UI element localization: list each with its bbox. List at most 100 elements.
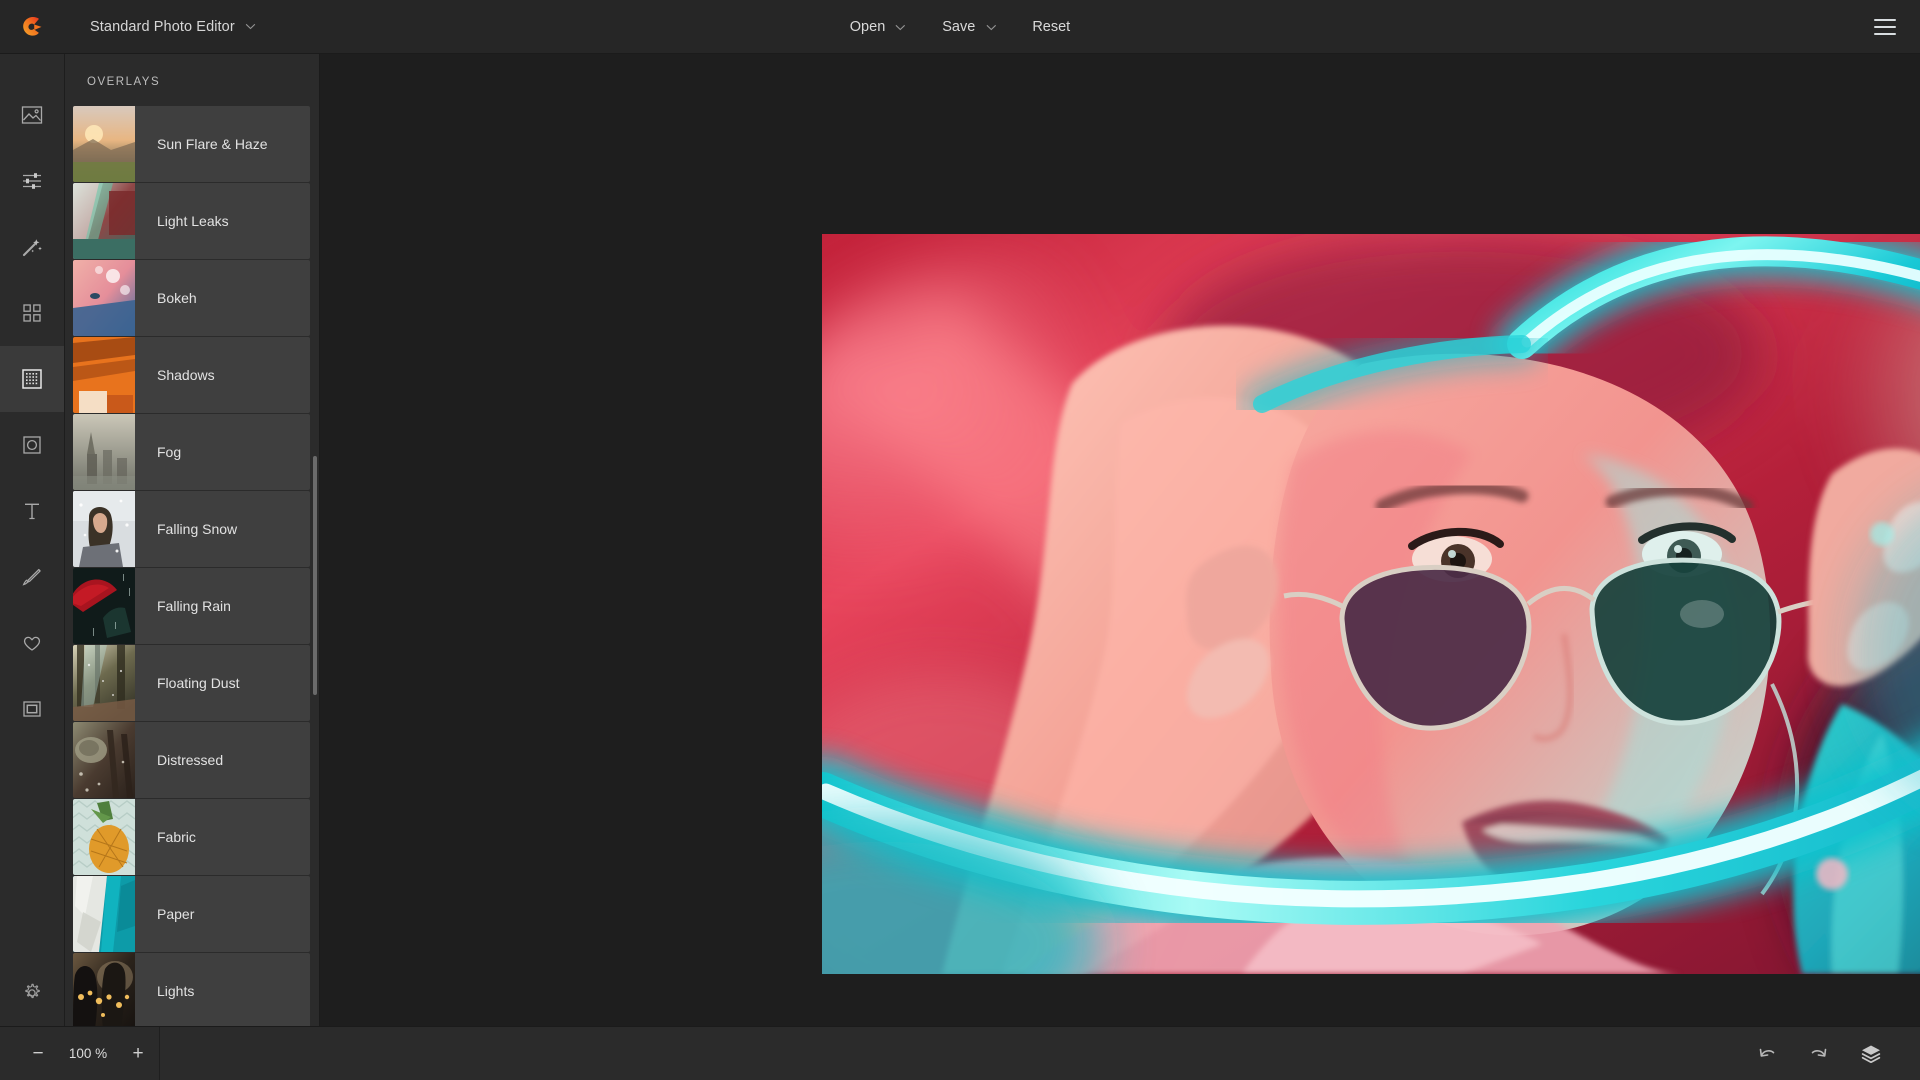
overlay-list-item[interactable]: Distressed — [73, 722, 310, 798]
top-nav-group: Open Save Reset — [832, 0, 1088, 54]
open-label: Open — [850, 19, 885, 35]
panel-title: OVERLAYS — [65, 54, 319, 106]
chevron-down-icon — [985, 24, 996, 31]
app-logo[interactable] — [0, 0, 64, 54]
tool-sidebar-items — [0, 54, 64, 742]
overlays-panel: OVERLAYS Sun Flare & HazeLight LeaksBoke… — [65, 54, 320, 1026]
layers-button[interactable] — [1848, 1031, 1894, 1077]
undo-icon — [1756, 1043, 1778, 1065]
layers-icon — [1859, 1042, 1883, 1066]
overlay-item-label: Shadows — [135, 337, 215, 413]
bottom-toolbar: − 100 % + — [0, 1026, 1920, 1080]
overlay-list-item[interactable]: Shadows — [73, 337, 310, 413]
chevron-down-icon — [245, 23, 256, 30]
top-toolbar: Standard Photo Editor Open Save Reset — [0, 0, 1920, 54]
zoom-level-value[interactable]: 100 % — [60, 1046, 116, 1061]
overlay-list-item[interactable]: Light Leaks — [73, 183, 310, 259]
sidebar-item-effects[interactable] — [0, 214, 64, 280]
overlay-list-item[interactable]: Falling Snow — [73, 491, 310, 567]
grid-icon — [21, 302, 43, 324]
settings-button[interactable] — [0, 982, 64, 1026]
sidebar-item-filters[interactable] — [0, 280, 64, 346]
hamburger-menu-icon[interactable] — [1868, 12, 1902, 42]
photo-canvas[interactable] — [822, 234, 1920, 974]
overlay-thumbnail — [73, 722, 135, 798]
zoom-in-button[interactable]: + — [116, 1027, 160, 1080]
photo-editor-logo-icon — [19, 14, 45, 40]
open-menu-button[interactable]: Open — [832, 11, 924, 43]
sidebar-item-vignette[interactable] — [0, 412, 64, 478]
sidebar-item-brush[interactable] — [0, 544, 64, 610]
sidebar-item-frames[interactable] — [0, 676, 64, 742]
overlay-item-label: Lights — [135, 953, 194, 1026]
overlay-list-item[interactable]: Fog — [73, 414, 310, 490]
pen-brush-icon — [21, 566, 43, 588]
overlay-thumbnail — [73, 799, 135, 875]
reset-label: Reset — [1032, 19, 1070, 35]
sidebar-item-favorites[interactable] — [0, 610, 64, 676]
overlay-item-label: Sun Flare & Haze — [135, 106, 268, 182]
overlay-item-label: Falling Snow — [135, 491, 237, 567]
edited-photo — [822, 234, 1920, 974]
overlay-item-label: Floating Dust — [135, 645, 239, 721]
overlay-list[interactable]: Sun Flare & HazeLight LeaksBokehShadowsF… — [65, 106, 319, 1026]
heart-icon — [21, 632, 43, 654]
photo-editor-app: Standard Photo Editor Open Save Reset — [0, 0, 1920, 1080]
overlay-list-item[interactable]: Lights — [73, 953, 310, 1026]
sliders-icon — [21, 170, 43, 192]
overlay-list-item[interactable]: Paper — [73, 876, 310, 952]
canvas-area[interactable] — [320, 54, 1920, 1026]
undo-button[interactable] — [1744, 1031, 1790, 1077]
hamburger-line — [1874, 26, 1896, 28]
overlay-thumbnail — [73, 414, 135, 490]
image-icon — [21, 104, 43, 126]
overlay-item-label: Bokeh — [135, 260, 197, 336]
sidebar-item-adjust[interactable] — [0, 148, 64, 214]
scrollbar-thumb[interactable] — [313, 456, 317, 695]
tool-sidebar — [0, 54, 65, 1026]
document-title-dropdown[interactable]: Standard Photo Editor — [84, 13, 262, 41]
overlay-thumbnail — [73, 876, 135, 952]
redo-button[interactable] — [1796, 1031, 1842, 1077]
redo-icon — [1808, 1043, 1830, 1065]
sidebar-item-text[interactable] — [0, 478, 64, 544]
save-label: Save — [942, 19, 975, 35]
overlay-item-label: Fog — [135, 414, 181, 490]
overlay-thumbnail — [73, 491, 135, 567]
overlay-thumbnail — [73, 645, 135, 721]
overlay-icon — [20, 367, 44, 391]
magic-wand-icon — [21, 236, 43, 258]
sidebar-item-overlays[interactable] — [0, 346, 64, 412]
save-menu-button[interactable]: Save — [924, 11, 1014, 43]
overlay-item-label: Distressed — [135, 722, 223, 798]
zoom-controls: − 100 % + — [0, 1027, 160, 1080]
overlay-thumbnail — [73, 183, 135, 259]
overlay-item-label: Paper — [135, 876, 194, 952]
overlay-thumbnail — [73, 337, 135, 413]
reset-button[interactable]: Reset — [1014, 11, 1088, 43]
circle-frame-icon — [21, 434, 43, 456]
chevron-down-icon — [895, 24, 906, 31]
document-title: Standard Photo Editor — [90, 19, 235, 35]
bottom-right-actions — [1744, 1031, 1920, 1077]
text-t-icon — [21, 500, 43, 522]
overlay-thumbnail — [73, 106, 135, 182]
overlay-thumbnail — [73, 260, 135, 336]
overlay-thumbnail — [73, 953, 135, 1026]
overlay-item-label: Fabric — [135, 799, 196, 875]
overlay-list-item[interactable]: Fabric — [73, 799, 310, 875]
overlay-list-item[interactable]: Falling Rain — [73, 568, 310, 644]
zoom-out-button[interactable]: − — [16, 1027, 60, 1080]
overlay-item-label: Falling Rain — [135, 568, 231, 644]
overlay-list-item[interactable]: Floating Dust — [73, 645, 310, 721]
overlay-list-item[interactable]: Bokeh — [73, 260, 310, 336]
editor-body: OVERLAYS Sun Flare & HazeLight LeaksBoke… — [0, 54, 1920, 1026]
hamburger-line — [1874, 33, 1896, 35]
overlay-thumbnail — [73, 568, 135, 644]
gear-icon — [21, 982, 43, 1004]
panel-scrollbar[interactable] — [313, 106, 317, 1026]
bottom-left-spacer — [0, 1027, 8, 1080]
sidebar-item-photo[interactable] — [0, 82, 64, 148]
overlay-list-item[interactable]: Sun Flare & Haze — [73, 106, 310, 182]
hamburger-line — [1874, 19, 1896, 21]
